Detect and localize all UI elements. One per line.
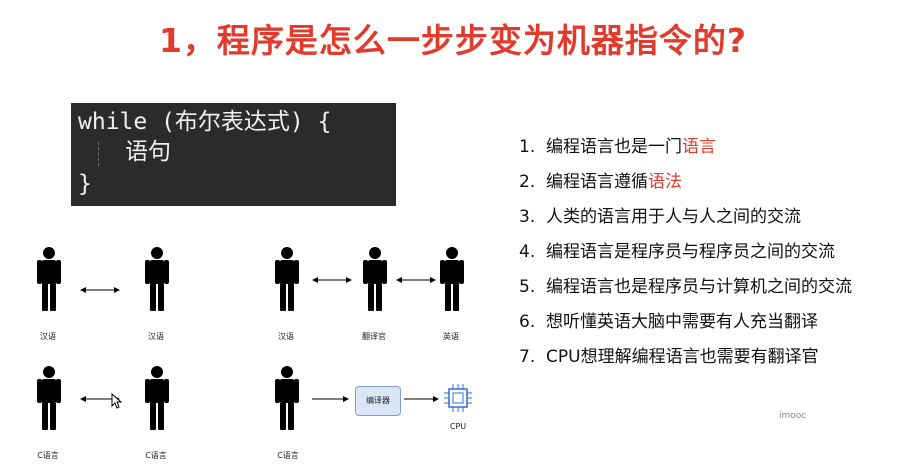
person-icon [274, 247, 300, 311]
label-hanyu: 汉语 [278, 332, 294, 341]
list-item: 3. 人类的语言用于人与人之间的交流 [519, 207, 801, 227]
label-cpu: CPU [449, 422, 467, 431]
code-block: while (布尔表达式) { 语句 } [71, 103, 396, 206]
label-c-language: C语言 [37, 451, 59, 460]
list-item: 6. 想听懂英语大脑中需要有人充当翻译 [519, 312, 818, 332]
list-item: 2. 编程语言遵循语法 [519, 172, 682, 192]
label-english: 英语 [443, 332, 459, 341]
double-arrow [80, 287, 120, 293]
indent-guide [98, 142, 99, 166]
compiler-box: 编译器 [355, 386, 401, 416]
arrow-right [404, 396, 439, 402]
person-icon [362, 247, 388, 311]
watermark: imooc [779, 411, 807, 421]
double-arrow [312, 277, 352, 283]
label-translator: 翻译官 [362, 332, 386, 341]
list-item: 7. CPU想理解编程语言也需要有翻译官 [519, 347, 819, 367]
points-list: 1. 编程语言也是一门语言 2. 编程语言遵循语法 3. 人类的语言用于人与人之间的交… [519, 133, 852, 378]
double-arrow [396, 277, 436, 283]
code-line-statement: 语句 [125, 139, 171, 165]
mouse-cursor-icon [111, 393, 123, 409]
code-line-close-brace: } [78, 171, 92, 197]
code-line-while: while (布尔表达式) { [78, 109, 332, 135]
slide-title: 1，程序是怎么一步步变为机器指令的? [158, 21, 748, 60]
label-c-language: C语言 [145, 451, 167, 460]
person-icon [439, 247, 465, 311]
cpu-icon [444, 384, 472, 412]
person-icon [144, 247, 170, 311]
arrow-right [312, 396, 349, 402]
list-item: 4. 编程语言是程序员与程序员之间的交流 [519, 242, 835, 262]
label-hanyu: 汉语 [148, 332, 164, 341]
person-icon [144, 366, 170, 430]
person-icon [36, 366, 62, 430]
label-hanyu: 汉语 [40, 332, 56, 341]
person-icon [274, 366, 300, 430]
list-item: 5. 编程语言也是程序员与计算机之间的交流 [519, 277, 852, 297]
person-icon [36, 247, 62, 311]
list-item: 1. 编程语言也是一门语言 [519, 137, 716, 157]
label-c-language: C语言 [277, 451, 299, 460]
